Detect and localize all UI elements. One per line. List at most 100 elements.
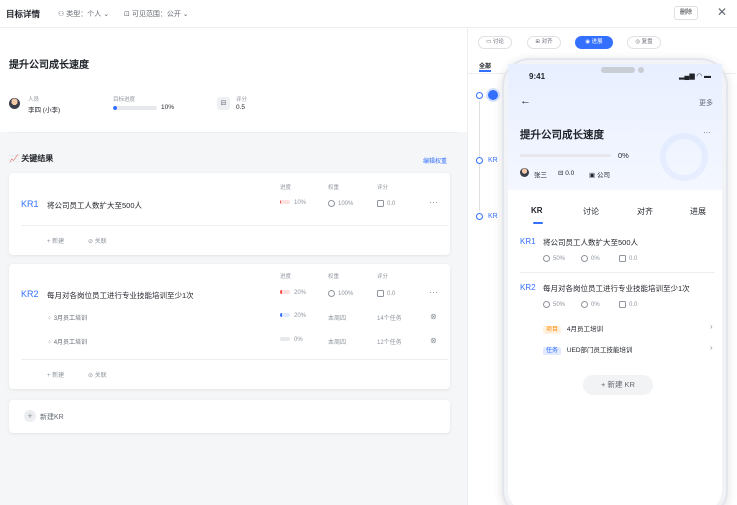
linked-name: 4月员工培训 [566, 326, 603, 333]
owner-name[interactable]: 李四 (小李) [28, 104, 60, 114]
tab-align[interactable]: ⊞ 对齐 [527, 36, 561, 49]
phone-kr-progress: 0% [581, 301, 600, 308]
tab-review[interactable]: ◎ 复盘 [627, 36, 661, 49]
kr-progress-value: 20% [294, 290, 307, 296]
divider [21, 225, 448, 226]
more-icon[interactable]: ··· [429, 288, 439, 297]
phone-org: ▣ 公司 [589, 169, 610, 179]
timeline-dot [476, 157, 483, 164]
add-task-button[interactable]: + 新建 [47, 236, 64, 245]
task-progress: 0% [280, 337, 303, 343]
task-count: 14个任务 [377, 316, 402, 322]
linked-name: UED部门员工技能培训 [566, 347, 633, 354]
phone-kr-title[interactable]: 每月对各岗位员工进行专业技能培训至少1次 [543, 283, 690, 294]
phone-objective-title: 提升公司成长速度 [520, 129, 604, 141]
phone-kr-score-value: 0.0 [629, 256, 638, 263]
divider [520, 272, 715, 273]
phone-tab-align[interactable]: 对齐 [637, 206, 653, 217]
building-icon: ▣ [589, 172, 597, 179]
score-icon [377, 290, 384, 297]
link-button[interactable]: ⊘ 关联 [88, 370, 107, 379]
link-label: 关联 [94, 373, 107, 379]
col-progress: 进度 [280, 274, 292, 280]
tab-label: 进展 [591, 39, 603, 45]
unlink-icon[interactable]: ⊗ [430, 312, 437, 321]
unlink-icon[interactable]: ⊗ [430, 336, 437, 345]
phone-owner: 张三 [534, 172, 547, 179]
chevron-down-icon: ⌄ [182, 11, 189, 18]
tab-progress[interactable]: ◉ 进展 [575, 36, 613, 49]
task-row[interactable]: ⁘ 4月员工培训 [47, 337, 87, 346]
kr-tag: KR2 [21, 289, 39, 299]
phone-linked-item[interactable]: 项目 4月员工培训 [543, 323, 603, 334]
timeline-kr-label: KR [488, 213, 498, 220]
kr-score-value: 0.0 [387, 201, 396, 208]
chevron-right-icon: › [710, 343, 713, 352]
filter-all[interactable]: 全部 [479, 61, 491, 70]
task-progress: 20% [280, 313, 306, 319]
visibility-selector[interactable]: ⊡ 可见范围：公开 ⌄ [124, 9, 189, 19]
avatar [520, 168, 529, 177]
divider [21, 359, 448, 360]
phone-kr-weight: 50% [543, 301, 565, 308]
filter-underline [479, 70, 491, 72]
section-title: 关键结果 [21, 154, 54, 163]
phone-org-value: 公司 [596, 172, 610, 179]
task-period: 本周四 [328, 340, 347, 346]
phone-tab-discussion[interactable]: 讨论 [583, 206, 599, 217]
delete-button[interactable]: 删除 [674, 6, 698, 20]
col-score: 评分 [377, 185, 389, 191]
kr-weight[interactable]: 100% [328, 290, 353, 297]
task-name: 3月员工培训 [53, 316, 88, 322]
phone-score: ⊟ 0.0 [558, 169, 574, 177]
kr-score[interactable]: 0.0 [377, 290, 395, 297]
phone-linked-item[interactable]: 任务 UED部门员工技能培训 [543, 344, 633, 355]
visibility-label: 可见范围：公开 [131, 11, 181, 18]
plus-icon: + [24, 410, 36, 422]
link-label: 关联 [94, 239, 107, 245]
kr-score[interactable]: 0.0 [377, 200, 395, 207]
status-icons: ▂▄▆ ◠ ▬ [679, 73, 711, 80]
phone-camera [638, 67, 644, 73]
phone-tab-progress[interactable]: 进展 [690, 206, 706, 217]
task-badge: 任务 [543, 347, 562, 355]
col-weight: 权重 [328, 274, 340, 280]
link-button[interactable]: ⊘ 关联 [88, 236, 107, 245]
more-link[interactable]: 更多 [699, 98, 713, 108]
tab-discussion[interactable]: ▭ 讨论 [478, 36, 512, 49]
kr-progress[interactable]: 20% [280, 290, 306, 296]
progress-icon [581, 255, 588, 262]
score-label: 评分 [236, 97, 248, 103]
back-arrow-icon[interactable]: ← [520, 95, 531, 107]
phone-score-value: 0.0 [565, 170, 575, 177]
kr-title[interactable]: 将公司员工人数扩大至500人 [47, 200, 142, 211]
key-results-header: 📈 关键结果 [9, 153, 53, 164]
chevron-right-icon: › [710, 322, 713, 331]
task-row[interactable]: ⁘ 3月员工培训 [47, 313, 87, 322]
progress-label: 目标进度 [113, 97, 136, 103]
task-progress-bar [280, 313, 290, 318]
phone-tab-indicator [533, 222, 543, 224]
task-icon: ⁘ [47, 316, 54, 322]
new-kr-button[interactable] [9, 400, 450, 433]
kr-title[interactable]: 每月对各岗位员工进行专业技能培训至少1次 [47, 290, 194, 301]
edit-weight-link[interactable]: 编辑权重 [423, 156, 447, 165]
type-selector[interactable]: ⚇ 类型：个人 ⌄ [58, 9, 109, 19]
timeline-dot [476, 213, 483, 220]
close-icon[interactable]: ✕ [717, 5, 727, 19]
kr-progress-value: 10% [294, 200, 307, 206]
kr-weight[interactable]: 100% [328, 200, 353, 207]
more-icon[interactable]: ··· [429, 198, 439, 207]
score-icon [377, 200, 384, 207]
kr-progress[interactable]: 10% [280, 200, 306, 206]
divider [9, 132, 458, 133]
comment-icon: ▭ [486, 39, 493, 45]
phone-tab-kr[interactable]: KR [531, 206, 543, 215]
more-icon[interactable]: ··· [703, 128, 711, 137]
phone-new-kr-button[interactable]: + 新建 KR [583, 375, 653, 395]
add-task-button[interactable]: + 新建 [47, 370, 64, 379]
tab-label: 讨论 [492, 39, 504, 45]
kr-card [9, 264, 450, 389]
phone-kr-title[interactable]: 将公司员工人数扩大至500人 [543, 237, 638, 248]
status-time: 9:41 [529, 72, 546, 81]
